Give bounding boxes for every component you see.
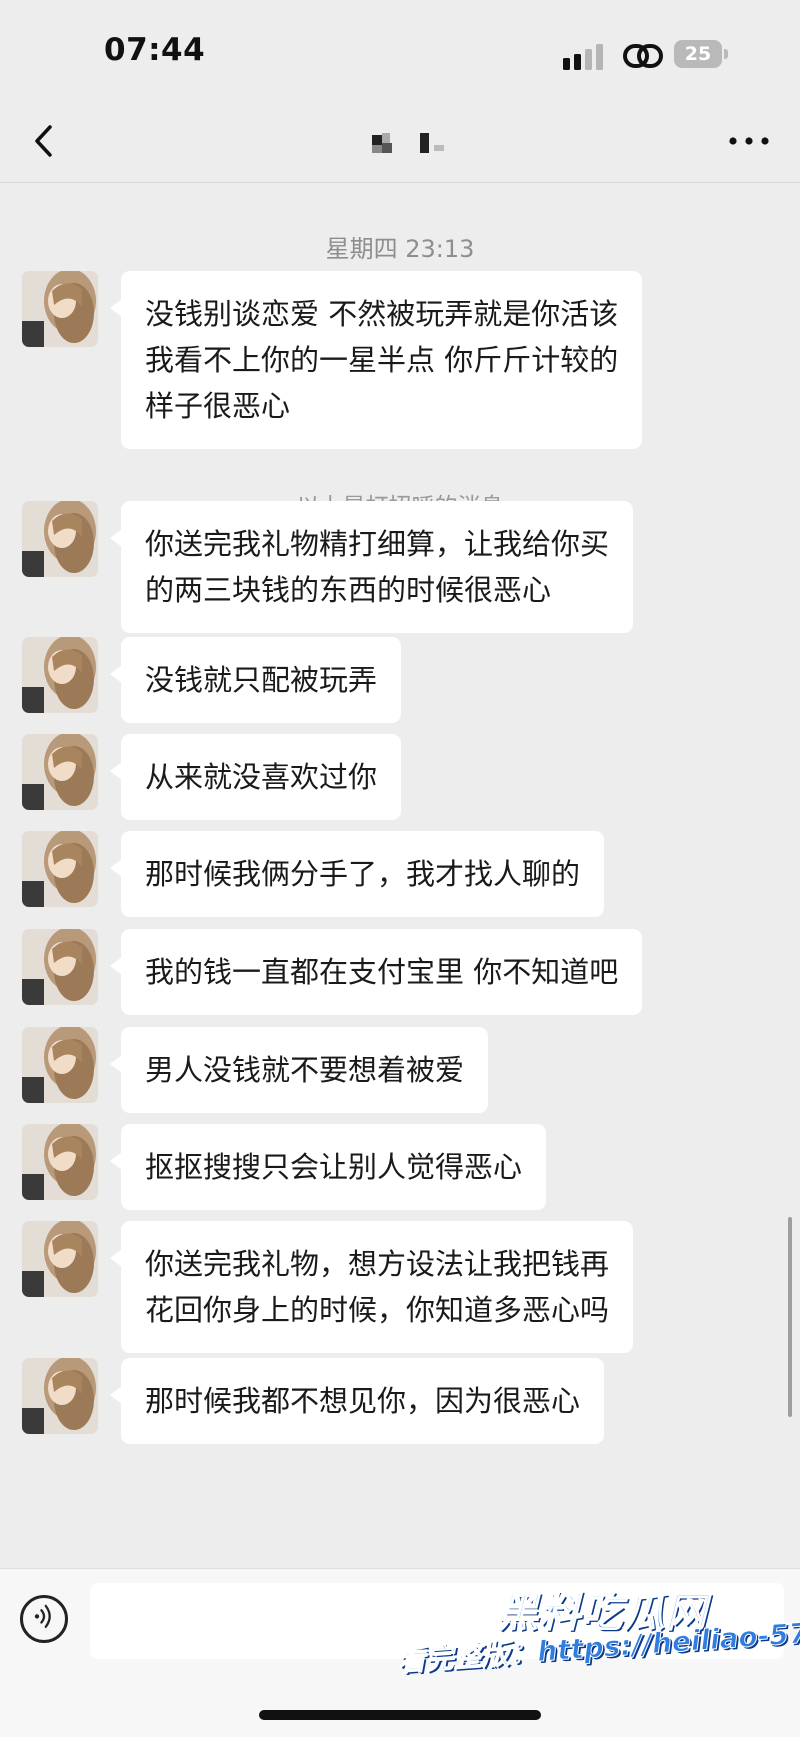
avatar[interactable] xyxy=(22,637,98,713)
message-text-line: 男人没钱就不要想着被爱 xyxy=(145,1053,465,1087)
avatar[interactable] xyxy=(22,271,98,347)
more-dots-icon[interactable] xyxy=(724,124,774,158)
message-bubble[interactable]: 我的钱一直都在支付宝里 你不知道吧 xyxy=(109,929,643,1015)
voice-icon[interactable] xyxy=(20,1595,68,1643)
message-text-line: 抠抠搜搜只会让别人觉得恶心 xyxy=(145,1150,523,1184)
message-text-line: 我看不上你的一星半点 你斤斤计较的 xyxy=(145,343,619,377)
message-bubble[interactable]: 你送完我礼物精打细算，让我给你买 的两三块钱的东西的时候很恶心 xyxy=(109,501,634,633)
message-bubble[interactable]: 那时候我俩分手了，我才找人聊的 xyxy=(109,831,605,917)
chevron-left-icon[interactable] xyxy=(22,118,68,164)
status-time: 07:44 xyxy=(104,32,206,68)
message-text-line: 你送完我礼物精打细算，让我给你买 xyxy=(145,527,610,561)
battery-icon: 25 xyxy=(674,40,730,70)
contact-name-redacted xyxy=(372,133,444,153)
message-text-line: 没钱就只配被玩弄 xyxy=(145,663,378,697)
avatar[interactable] xyxy=(22,1124,98,1200)
avatar[interactable] xyxy=(22,734,98,810)
message-text-line: 我的钱一直都在支付宝里 你不知道吧 xyxy=(145,955,619,989)
battery-level: 25 xyxy=(684,43,712,65)
avatar[interactable] xyxy=(22,831,98,907)
avatar[interactable] xyxy=(22,1027,98,1103)
avatar[interactable] xyxy=(22,1221,98,1297)
message-text-line: 从来就没喜欢过你 xyxy=(145,760,378,794)
message-bubble[interactable]: 从来就没喜欢过你 xyxy=(109,734,402,820)
avatar[interactable] xyxy=(22,501,98,577)
message-bubble[interactable]: 没钱别谈恋爱 不然被玩弄就是你活该 我看不上你的一星半点 你斤斤计较的 样子很恶心 xyxy=(109,271,643,449)
avatar[interactable] xyxy=(22,929,98,1005)
message-text-line: 的两三块钱的东西的时候很恶心 xyxy=(145,573,552,607)
message-bubble[interactable]: 没钱就只配被玩弄 xyxy=(109,637,402,723)
chat-message-list[interactable]: 星期四 23:13 以上是打招呼的消息 没钱别谈恋爱 不然被玩弄就是你活该我看不… xyxy=(0,183,800,1568)
message-text-line: 那时候我都不想见你，因为很恶心 xyxy=(145,1384,581,1418)
message-text-line: 样子很恶心 xyxy=(145,389,291,423)
message-bubble[interactable]: 你送完我礼物，想方设法让我把钱再 花回你身上的时候，你知道多恶心吗 xyxy=(109,1221,634,1353)
message-bubble[interactable]: 抠抠搜搜只会让别人觉得恶心 xyxy=(109,1124,547,1210)
message-bubble[interactable]: 那时候我都不想见你，因为很恶心 xyxy=(109,1358,605,1444)
scrollbar[interactable] xyxy=(788,1217,792,1417)
link-icon xyxy=(623,44,663,68)
message-text-line: 没钱别谈恋爱 不然被玩弄就是你活该 xyxy=(145,297,619,331)
avatar[interactable] xyxy=(22,1358,98,1434)
home-indicator xyxy=(259,1710,541,1720)
cellular-signal-icon xyxy=(563,44,603,70)
message-text-line: 你送完我礼物，想方设法让我把钱再 xyxy=(145,1247,610,1281)
chat-timestamp: 星期四 23:13 xyxy=(325,235,475,263)
status-bar: 07:44 25 xyxy=(0,0,800,100)
message-bubble[interactable]: 男人没钱就不要想着被爱 xyxy=(109,1027,489,1113)
chat-header xyxy=(0,100,800,183)
message-text-line: 花回你身上的时候，你知道多恶心吗 xyxy=(145,1293,610,1327)
message-text-line: 那时候我俩分手了，我才找人聊的 xyxy=(145,857,581,891)
